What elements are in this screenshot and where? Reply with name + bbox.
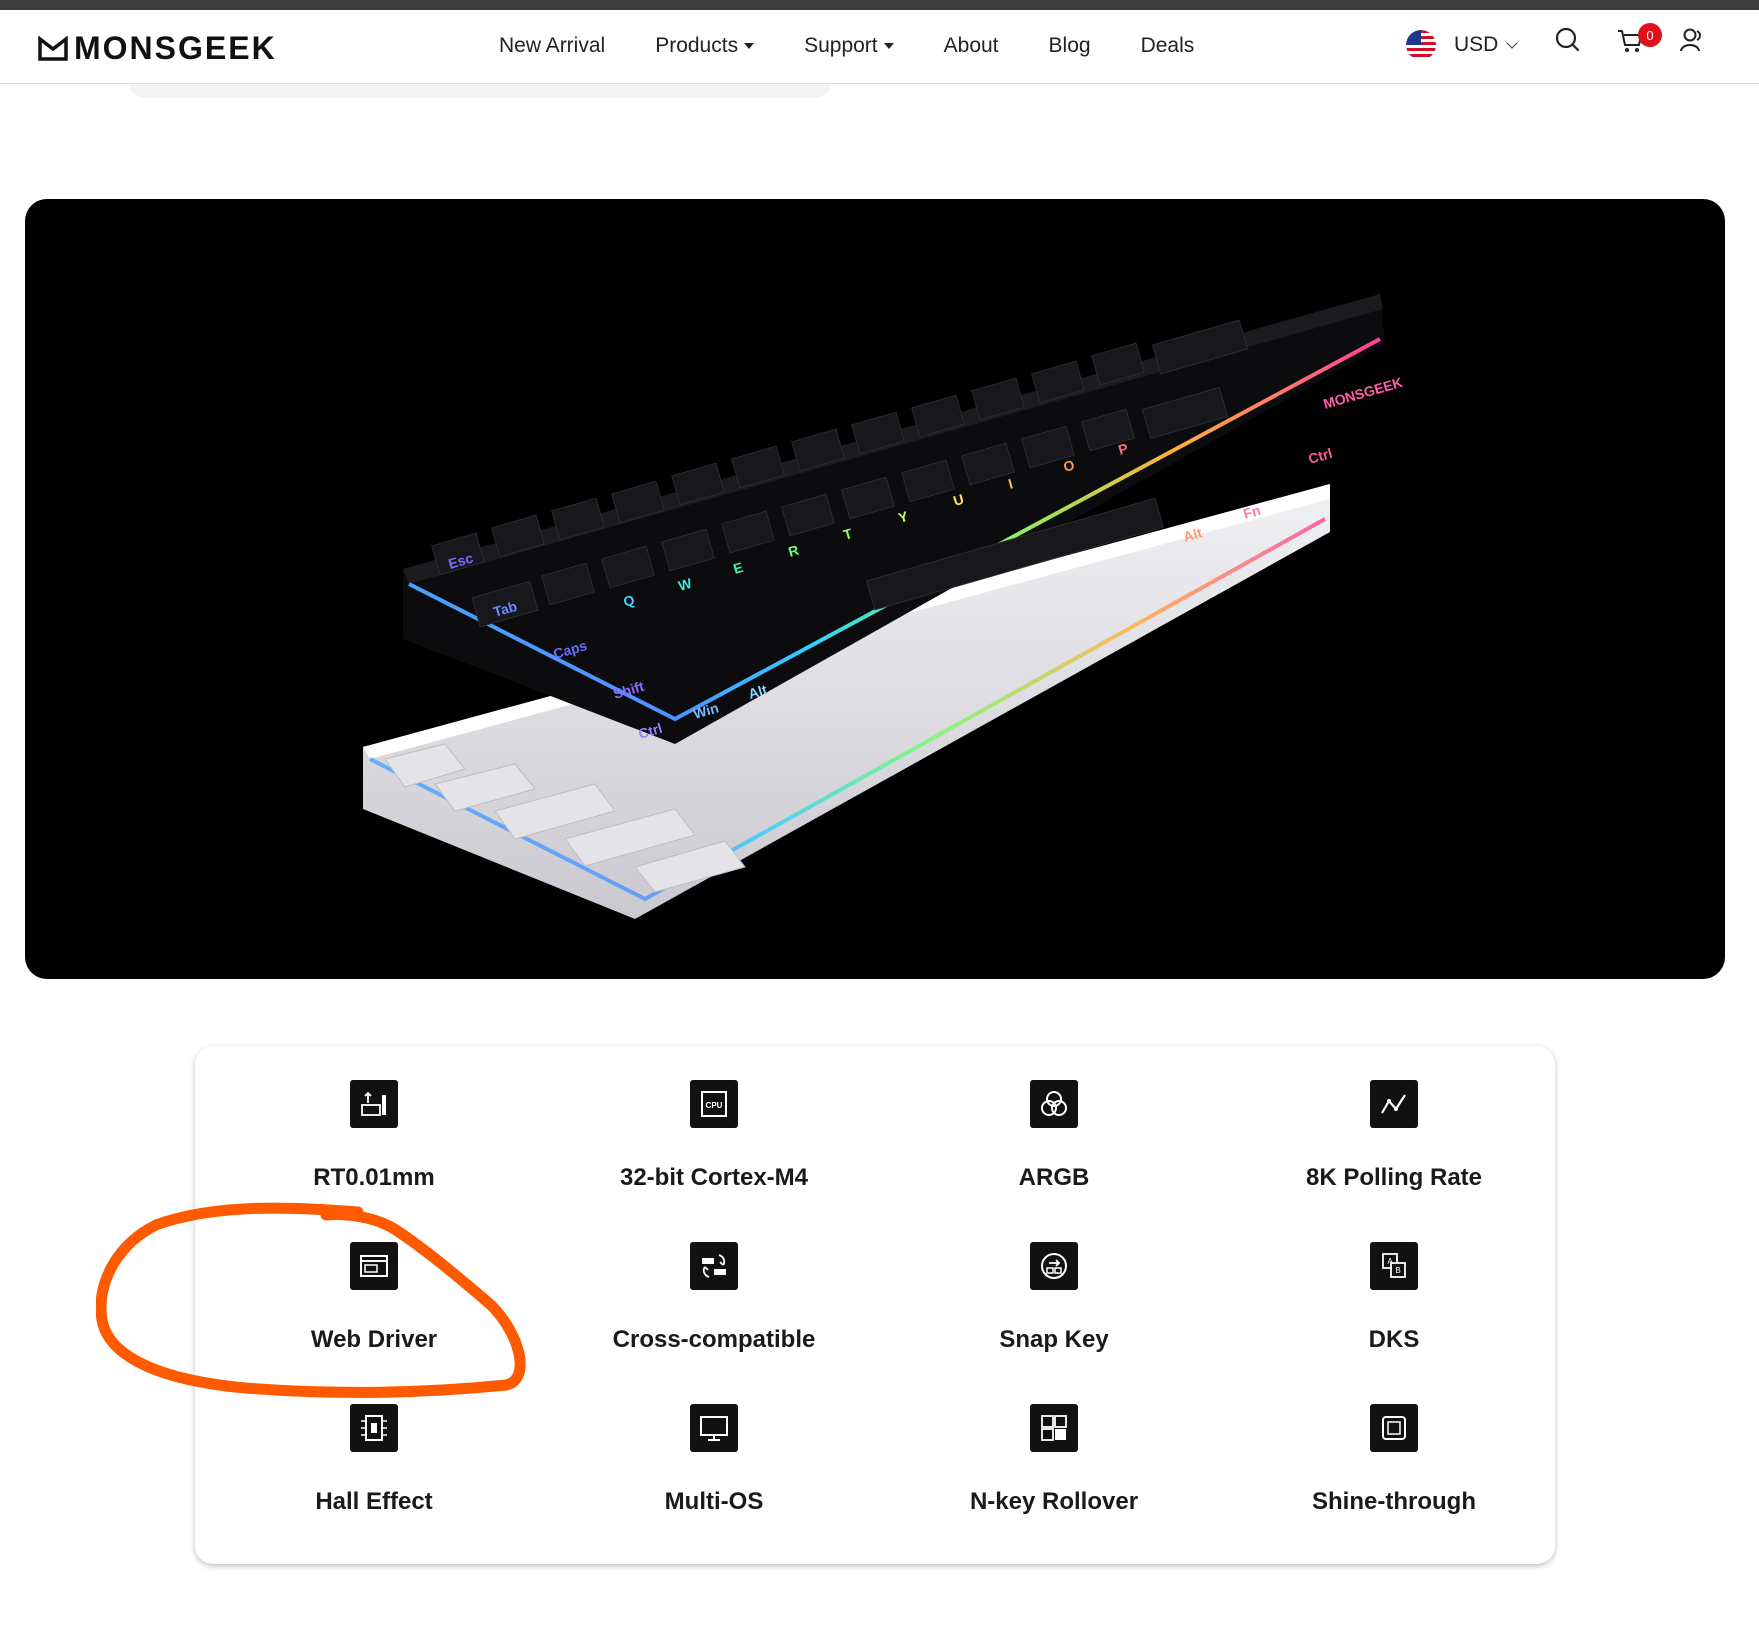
chevron-down-icon bbox=[1506, 36, 1519, 49]
currency-value: USD bbox=[1454, 33, 1499, 56]
us-flag-icon bbox=[1406, 30, 1436, 60]
feature-label: Shine-through bbox=[1312, 1488, 1476, 1515]
dks-icon: AB bbox=[1370, 1242, 1418, 1290]
nav-label: About bbox=[943, 34, 999, 57]
brand-name: MONSGEEK bbox=[74, 30, 277, 66]
search-icon[interactable] bbox=[1553, 25, 1583, 55]
rgb-circles-icon bbox=[1030, 1080, 1078, 1128]
feature-label: DKS bbox=[1368, 1326, 1420, 1353]
nav-products[interactable]: Products bbox=[655, 34, 755, 58]
feature-cortex: CPU 32-bit Cortex-M4 bbox=[535, 1080, 893, 1230]
svg-text:CPU: CPU bbox=[706, 1101, 723, 1110]
svg-text:A: A bbox=[1387, 1257, 1393, 1266]
caret-down-icon bbox=[744, 43, 755, 49]
user-icon[interactable] bbox=[1677, 25, 1707, 55]
feature-label: Multi-OS bbox=[664, 1488, 764, 1515]
feature-label: Cross-compatible bbox=[612, 1326, 816, 1353]
main-nav: New Arrival Products Support About Blog … bbox=[499, 34, 1194, 58]
brand-logo[interactable]: MONSGEEK bbox=[38, 32, 277, 64]
caret-down-icon bbox=[883, 43, 894, 49]
feature-label: 32-bit Cortex-M4 bbox=[619, 1164, 809, 1191]
nav-label: Products bbox=[655, 34, 739, 57]
nav-label: Deals bbox=[1140, 34, 1195, 57]
shine-through-icon bbox=[1370, 1404, 1418, 1452]
feature-shine-through: Shine-through bbox=[1215, 1404, 1573, 1554]
site-header: MONSGEEK New Arrival Products Support Ab… bbox=[0, 10, 1759, 84]
polling-graph-icon bbox=[1370, 1080, 1418, 1128]
browser-top-strip bbox=[0, 0, 1759, 10]
feature-multi-os: Multi-OS bbox=[535, 1404, 893, 1554]
swap-icon bbox=[690, 1242, 738, 1290]
cart-count-badge: 0 bbox=[1638, 23, 1662, 47]
nav-deals[interactable]: Deals bbox=[1141, 34, 1195, 58]
grid-keys-icon bbox=[1030, 1404, 1078, 1452]
feature-snap-key: Snap Key bbox=[875, 1242, 1233, 1392]
feature-polling: 8K Polling Rate bbox=[1215, 1080, 1573, 1230]
feature-label: 8K Polling Rate bbox=[1305, 1164, 1483, 1191]
svg-text:Ctrl: Ctrl bbox=[1306, 445, 1334, 467]
nav-blog[interactable]: Blog bbox=[1049, 34, 1091, 58]
hall-effect-icon bbox=[350, 1404, 398, 1452]
annotation-circle-highlight bbox=[96, 1202, 526, 1398]
feature-label: N-key Rollover bbox=[969, 1488, 1139, 1515]
feature-label: Snap Key bbox=[999, 1326, 1109, 1353]
nav-about[interactable]: About bbox=[944, 34, 999, 58]
nav-new-arrival[interactable]: New Arrival bbox=[499, 34, 605, 58]
monitor-icon bbox=[690, 1404, 738, 1452]
nav-support[interactable]: Support bbox=[804, 34, 894, 58]
feature-label: ARGB bbox=[1018, 1164, 1090, 1191]
feature-nkro: N-key Rollover bbox=[875, 1404, 1233, 1554]
svg-text:B: B bbox=[1395, 1266, 1400, 1275]
monsgeek-logo-icon bbox=[38, 35, 68, 61]
nav-label: Blog bbox=[1048, 34, 1091, 57]
dropdown-shadow-remnant bbox=[130, 84, 830, 98]
feature-hall-effect: Hall Effect bbox=[195, 1404, 553, 1554]
currency-selector[interactable]: USD bbox=[1406, 30, 1519, 60]
feature-argb: ARGB bbox=[875, 1080, 1233, 1230]
keyboard-brand-mark: MONSGEEK bbox=[1321, 374, 1404, 412]
snap-key-icon bbox=[1030, 1242, 1078, 1290]
currency-label: USD bbox=[1454, 33, 1519, 57]
keyboard-illustration: Esc Tab Caps Shift Ctrl Win Alt Q W E R … bbox=[363, 294, 1404, 919]
nav-label: Support bbox=[804, 34, 878, 57]
hero-keyboard-image: Esc Tab Caps Shift Ctrl Win Alt Q W E R … bbox=[25, 199, 1725, 979]
feature-cross-compatible: Cross-compatible bbox=[535, 1242, 893, 1392]
cpu-icon: CPU bbox=[690, 1080, 738, 1128]
nav-label: New Arrival bbox=[499, 34, 606, 57]
feature-label: Hall Effect bbox=[315, 1488, 433, 1515]
feature-dks: AB DKS bbox=[1215, 1242, 1573, 1392]
trigger-icon bbox=[350, 1080, 398, 1128]
feature-label: RT0.01mm bbox=[313, 1164, 435, 1191]
